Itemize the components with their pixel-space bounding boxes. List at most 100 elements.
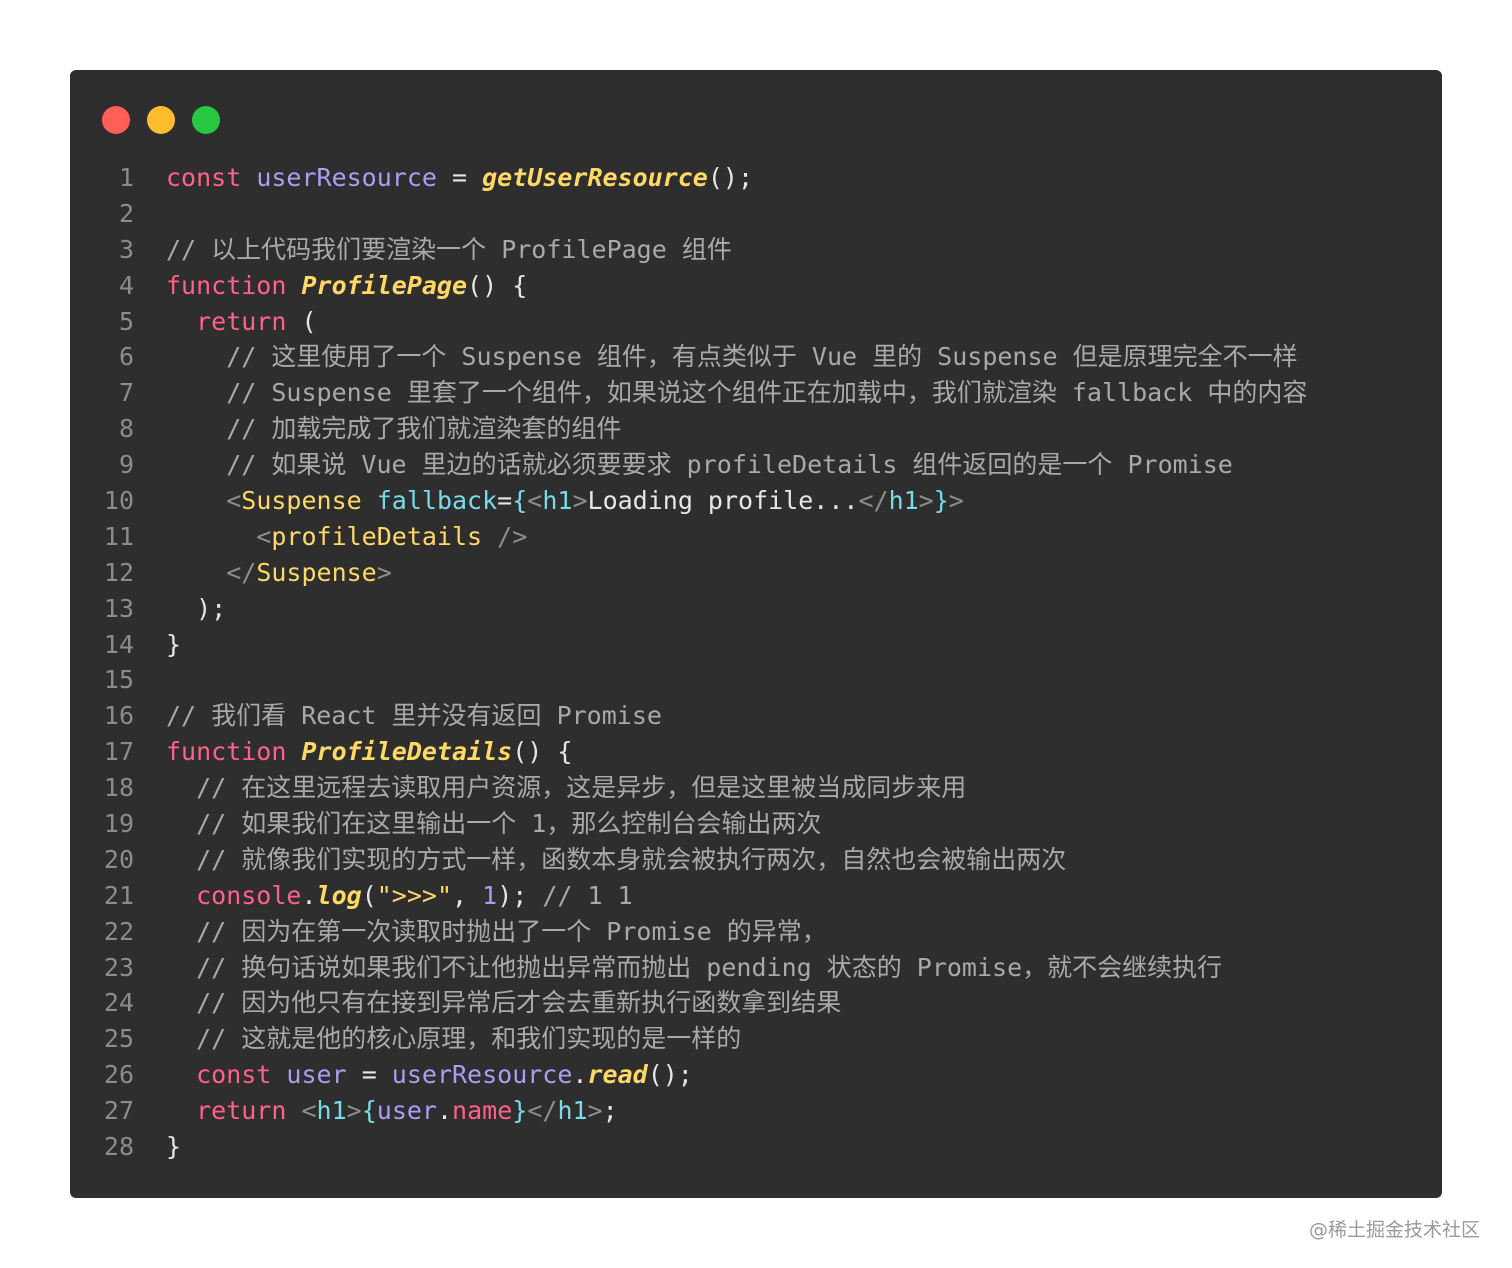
line-number: 21 [103, 880, 134, 910]
token-tag-bracket: > [376, 557, 392, 587]
watermark: @稀土掘金技术社区 [1308, 1219, 1480, 1241]
token-tag-bracket: > [587, 1096, 603, 1126]
close-light[interactable] [102, 106, 130, 134]
token-comment: // 我们看 React 里并没有返回 Promise [166, 701, 662, 731]
code-text: const userResource = getUserResource(); [166, 160, 753, 196]
token-punct: () { [512, 737, 573, 767]
code-line: 27 return <h1>{user.name}</h1>; [70, 1093, 1442, 1129]
line-number: 25 [103, 1024, 134, 1054]
token-keyword: name [452, 1096, 513, 1126]
token-punct: = [361, 1060, 392, 1090]
code-line: 22 // 因为在第一次读取时抛出了一个 Promise 的异常， [70, 914, 1442, 950]
minimize-light[interactable] [147, 106, 175, 134]
code-line: 13 ); [70, 591, 1442, 627]
token-punct: () { [467, 270, 528, 300]
token-brace: } [512, 1096, 528, 1126]
line-number: 17 [103, 737, 134, 767]
token-punct: (); [647, 1060, 693, 1090]
token-comment: // 这就是他的核心原理，和我们实现的是一样的 [166, 1024, 742, 1054]
code-text: // 我们看 React 里并没有返回 Promise [166, 698, 662, 734]
token-number: 1 [482, 880, 498, 910]
zoom-light[interactable] [192, 106, 220, 134]
code-text: ); [166, 591, 226, 627]
token-tag-name: Suspense [256, 557, 377, 587]
token-comment: // 以上代码我们要渲染一个 ProfilePage 组件 [166, 234, 732, 264]
code-line: 21 console.log(">>>", 1); // 1 1 [70, 878, 1442, 914]
token-keyword: return [166, 306, 302, 336]
token-keyword: const [166, 1060, 287, 1090]
token-tag-bracket: < [527, 486, 543, 516]
line-number: 20 [103, 844, 134, 874]
token-attr: h1 [316, 1096, 347, 1126]
code-block: 1 const userResource = getUserResource();… [70, 160, 1442, 1165]
code-text: const user = userResource.read(); [166, 1057, 693, 1093]
window-controls [102, 106, 220, 134]
line-number: 19 [103, 809, 134, 839]
code-line: 20 // 就像我们实现的方式一样，函数本身就会被执行两次，自然也会被输出两次 [70, 842, 1442, 878]
token-brace: { [361, 1096, 377, 1126]
line-number: 15 [103, 665, 134, 695]
token-comment: // 如果我们在这里输出一个 1，那么控制台会输出两次 [166, 809, 822, 839]
code-text: } [166, 627, 181, 663]
code-line: 25 // 这就是他的核心原理，和我们实现的是一样的 [70, 1021, 1442, 1057]
line-number: 16 [103, 701, 134, 731]
code-text: // 因为在第一次读取时抛出了一个 Promise 的异常， [166, 914, 827, 950]
code-text: <Suspense fallback={<h1>Loading profile.… [166, 483, 964, 519]
code-line: 23 // 换句话说如果我们不让他抛出异常而抛出 pending 状态的 Pro… [70, 950, 1442, 986]
token-tag-bracket: > [918, 486, 934, 516]
code-line: 17 function ProfileDetails() { [70, 734, 1442, 770]
token-tag-bracket: < [166, 521, 272, 551]
code-text: return <h1>{user.name}</h1>; [166, 1093, 618, 1129]
line-number: 13 [103, 593, 134, 623]
token-keyword: function [166, 270, 302, 300]
code-text: function ProfilePage() { [166, 268, 527, 304]
line-number: 26 [103, 1060, 134, 1090]
line-number: 22 [103, 916, 134, 946]
code-text: // 这里使用了一个 Suspense 组件，有点类似于 Vue 里的 Susp… [166, 339, 1297, 375]
code-line: 2 [70, 196, 1442, 232]
token-punct: } [166, 629, 182, 659]
token-tag-bracket: > [572, 486, 588, 516]
line-number: 4 [118, 270, 134, 300]
line-number: 9 [118, 450, 134, 480]
code-text: return ( [166, 304, 317, 340]
token-variable: userResource [391, 1060, 573, 1090]
code-window: 1 const userResource = getUserResource();… [70, 70, 1442, 1198]
token-brace: { [512, 486, 528, 516]
code-line: 14} [70, 627, 1442, 663]
line-number: 2 [118, 198, 134, 228]
token-attr: h1 [557, 1096, 588, 1126]
line-number: 24 [103, 988, 134, 1018]
token-function: getUserResource [482, 163, 708, 192]
token-variable: user [286, 1060, 362, 1090]
code-text: // 在这里远程去读取用户资源，这是异步，但是这里被当成同步来用 [166, 770, 966, 806]
token-tag-bracket: > [346, 1096, 362, 1126]
token-keyword: return [166, 1096, 302, 1126]
code-line: 6 // 这里使用了一个 Suspense 组件，有点类似于 Vue 里的 Su… [70, 339, 1442, 375]
line-number: 8 [118, 414, 134, 444]
code-text: // 以上代码我们要渲染一个 ProfilePage 组件 [166, 232, 732, 268]
token-punct: = [497, 486, 513, 516]
token-comment: // 加载完成了我们就渲染套的组件 [166, 414, 622, 444]
code-text: // 就像我们实现的方式一样，函数本身就会被执行两次，自然也会被输出两次 [166, 842, 1066, 878]
token-punct: . [436, 1096, 453, 1126]
token-punct: ( [301, 306, 317, 336]
token-punct: (); [707, 163, 754, 192]
token-punct: , [452, 880, 483, 910]
code-line: 9 // 如果说 Vue 里边的话就必须要要求 profileDetails 组… [70, 447, 1442, 483]
token-keyword: function [166, 737, 302, 767]
code-line: 8 // 加载完成了我们就渲染套的组件 [70, 411, 1442, 447]
token-variable: userResource [256, 163, 452, 192]
token-punct: } [166, 1132, 182, 1162]
code-line: 12 </Suspense> [70, 555, 1442, 591]
token-tag-bracket: < [301, 1096, 317, 1126]
code-text: <profileDetails /> [166, 519, 527, 555]
token-comment: // 因为他只有在接到异常后才会去重新执行函数拿到结果 [166, 988, 842, 1018]
code-line: 18 // 在这里远程去读取用户资源，这是异步，但是这里被当成同步来用 [70, 770, 1442, 806]
code-text: // Suspense 里套了一个组件，如果说这个组件正在加载中，我们就渲染 f… [166, 375, 1307, 411]
token-tag-bracket: /> [497, 521, 528, 551]
token-tag-bracket: > [948, 486, 964, 516]
line-number: 11 [103, 521, 134, 551]
token-tag-bracket: </ [858, 486, 889, 516]
token-comment: // 因为在第一次读取时抛出了一个 Promise 的异常， [166, 916, 827, 946]
